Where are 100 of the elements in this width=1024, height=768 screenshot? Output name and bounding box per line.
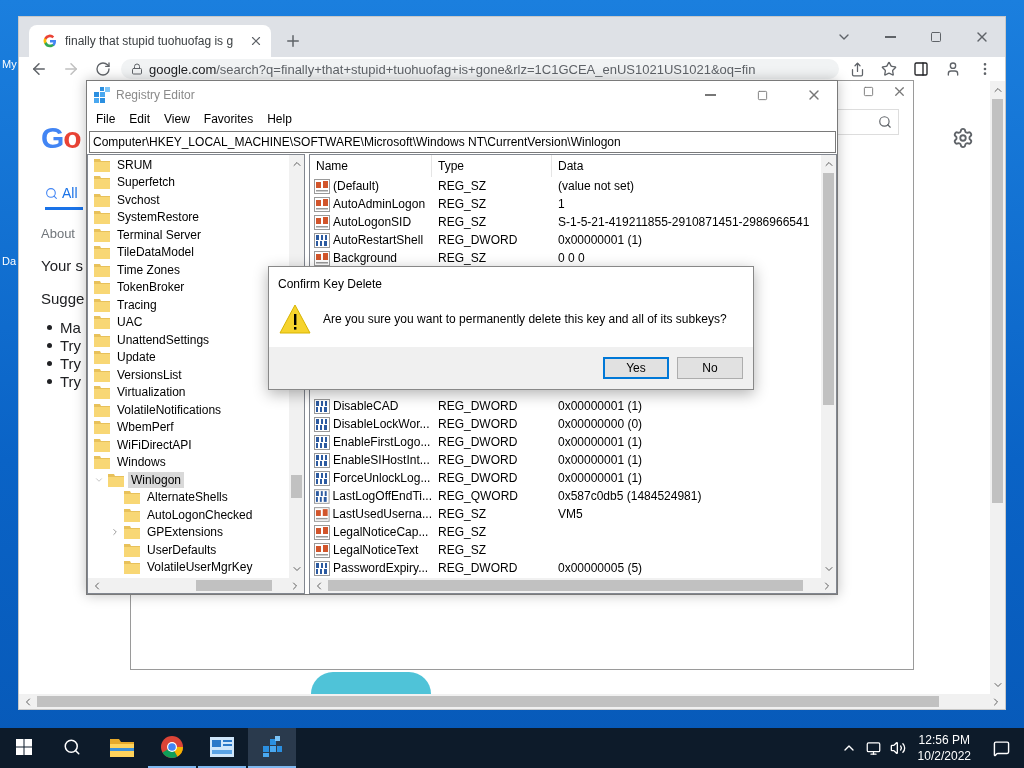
value-data: 0x00000001 (1) — [557, 453, 644, 467]
value-type: REG_DWORD — [437, 417, 519, 431]
binary-value-icon — [314, 452, 330, 468]
scrollbar-thumb[interactable] — [992, 99, 1003, 503]
horizontal-scrollbar[interactable] — [88, 578, 304, 593]
logo-text: Go — [41, 121, 81, 155]
scrollbar-thumb[interactable] — [291, 474, 302, 499]
value-name[interactable]: EnableFirstLogo... — [333, 435, 431, 449]
horizontal-scrollbar[interactable] — [19, 694, 1005, 709]
menu-item[interactable]: Help — [260, 112, 299, 126]
tree-item[interactable]: AutoLogonChecked — [144, 506, 256, 523]
value-name[interactable]: AutoAdminLogon — [333, 197, 426, 211]
tree-item[interactable]: TokenBroker — [114, 279, 188, 296]
tree-item[interactable]: SRUM — [114, 156, 156, 173]
dialog-button[interactable]: Yes — [603, 357, 669, 379]
value-data: 0x00000005 (5) — [557, 561, 644, 575]
vertical-scrollbar[interactable] — [821, 155, 836, 578]
close-tab-icon[interactable] — [249, 34, 263, 48]
address-field[interactable]: Computer\HKEY_LOCAL_MACHINE\SOFTWARE\Microsoft\Windows NT\CurrentVersion\Winlogon — [89, 131, 836, 153]
folder-icon — [94, 245, 110, 260]
folder-icon — [94, 192, 110, 207]
google-g-icon — [43, 34, 57, 48]
clock[interactable]: 12:56 PM 10/2/2022 — [909, 728, 979, 768]
value-type: REG_DWORD — [437, 561, 519, 575]
value-name[interactable]: ForceUnlockLog... — [333, 471, 431, 485]
dialog-button[interactable]: No — [677, 357, 743, 379]
tree-item[interactable]: Superfetch — [114, 174, 179, 191]
scrollbar-thumb[interactable] — [37, 696, 940, 707]
folder-icon — [94, 332, 110, 347]
menu-item[interactable]: View — [157, 112, 197, 126]
tree-item[interactable]: UnattendSettings — [114, 331, 213, 348]
tree-item[interactable]: TileDataModel — [114, 244, 197, 261]
taskbar-app-button[interactable] — [248, 728, 296, 768]
value-name[interactable]: DisableCAD — [333, 399, 399, 413]
forward-arrow-icon — [62, 60, 80, 78]
scrollbar-thumb[interactable] — [328, 580, 804, 591]
value-data: 0x00000001 (1) — [557, 233, 644, 247]
binary-value-icon — [314, 434, 330, 450]
scrollbar-thumb[interactable] — [823, 173, 834, 406]
folder-icon — [110, 737, 134, 757]
value-name[interactable]: PasswordExpiry... — [333, 561, 429, 575]
tree-item[interactable]: VolatileNotifications — [114, 401, 225, 418]
value-name[interactable]: DisableLockWor... — [333, 417, 430, 431]
horizontal-scrollbar[interactable] — [310, 578, 836, 593]
value-name[interactable]: LastUsedUserna... — [332, 507, 432, 521]
tree-item[interactable]: Windows — [114, 454, 169, 471]
notifications-icon[interactable] — [993, 739, 1010, 757]
tree-item[interactable]: UAC — [114, 314, 146, 331]
tab-title: finally that stupid tuohuofag is g — [65, 34, 235, 48]
scrollbar-thumb[interactable] — [196, 580, 272, 591]
desktop-icon-label[interactable]: Da — [2, 255, 17, 267]
value-name[interactable]: (Default) — [333, 179, 379, 193]
folder-icon — [108, 472, 124, 487]
tree-item[interactable]: GPExtensions — [144, 524, 227, 541]
side-panel-icon — [913, 61, 929, 77]
menu-item[interactable]: File — [89, 112, 123, 126]
address-bar[interactable]: google.com/search?q=finally+that+stupid+tuohuofag+is+gone&rlz=1C1GCEA_enUS1021US1021&oq=fin — [121, 59, 839, 79]
volume-icon[interactable] — [889, 740, 906, 756]
tree-item[interactable]: UserDefaults — [144, 541, 220, 558]
window-title: Registry Editor — [116, 88, 196, 102]
expand-chevron-icon[interactable] — [110, 527, 120, 538]
value-name[interactable]: LegalNoticeCap... — [333, 525, 429, 539]
folder-icon — [124, 490, 140, 505]
folder-icon — [124, 560, 140, 575]
bullet-dot — [47, 325, 52, 330]
tree-item[interactable]: Virtualization — [114, 384, 189, 401]
tree-item[interactable]: Winlogon — [128, 471, 185, 488]
tree-item[interactable]: AlternateShells — [144, 489, 231, 506]
settings-icon[interactable] — [952, 127, 974, 149]
network-icon[interactable] — [865, 740, 881, 756]
menu-item[interactable]: Edit — [122, 112, 158, 126]
tree-item[interactable]: Terminal Server — [114, 226, 205, 243]
tree-item[interactable]: Tracing — [114, 296, 160, 313]
vertical-scrollbar[interactable] — [990, 81, 1005, 694]
bullet-text: Try — [60, 355, 82, 372]
tree-item[interactable]: Time Zones — [114, 261, 183, 278]
tree-item[interactable]: WbemPerf — [114, 419, 177, 436]
value-name[interactable]: EnableSIHostInt... — [333, 453, 430, 467]
value-name[interactable]: LegalNoticeText — [333, 543, 419, 557]
value-name[interactable]: LastLogOffEndTi... — [332, 489, 432, 503]
tree-item[interactable]: Svchost — [114, 191, 163, 208]
tree-item[interactable]: WiFiDirectAPI — [114, 436, 195, 453]
tree-item[interactable]: SystemRestore — [114, 209, 203, 226]
binary-value-icon — [314, 398, 330, 414]
value-data: 1 — [557, 197, 566, 211]
tree-item[interactable]: VolatileUserMgrKey — [144, 559, 256, 576]
person-icon — [945, 61, 961, 77]
menu-item[interactable]: Favorites — [196, 112, 261, 126]
value-name[interactable]: AutoLogonSID — [333, 215, 412, 229]
desktop-icon-label[interactable]: My — [2, 58, 17, 70]
tree-item[interactable]: VersionsList — [114, 366, 185, 383]
browser-tab[interactable]: finally that stupid tuohuofag is g — [29, 25, 271, 57]
search-tab[interactable]: All — [45, 185, 83, 210]
search-icon — [63, 738, 81, 756]
value-name[interactable]: Background — [333, 251, 398, 265]
value-name[interactable]: AutoRestartShell — [333, 233, 424, 247]
tree-item[interactable]: Update — [114, 349, 159, 366]
maximize-icon[interactable] — [863, 85, 874, 97]
value-type: REG_DWORD — [437, 471, 519, 485]
value-data: (value not set) — [557, 179, 636, 193]
